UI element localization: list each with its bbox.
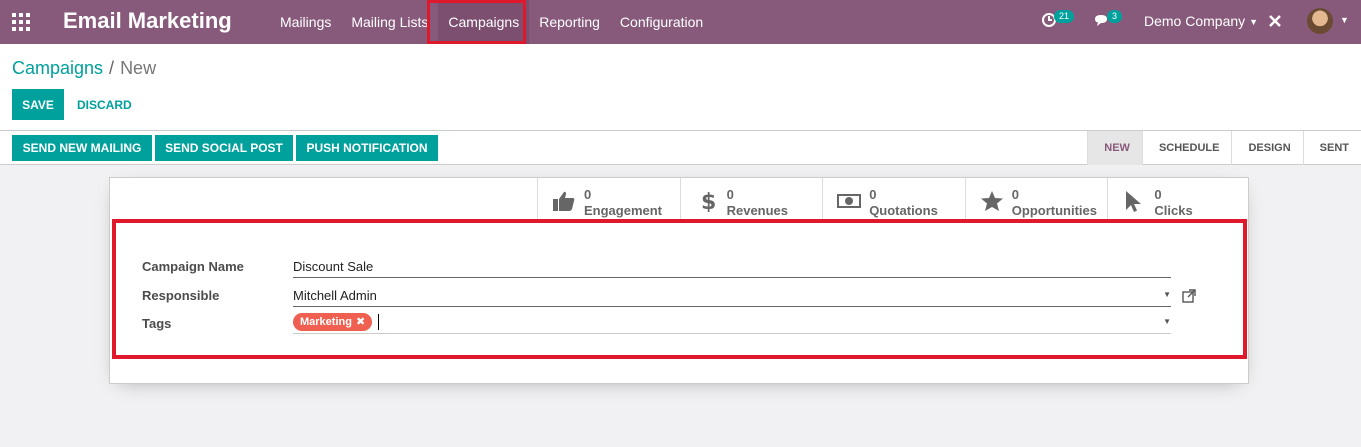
engagement-label: Engagement [584,203,663,218]
top-navbar: Email Marketing Mailings Mailing Lists C… [0,0,1361,44]
discard-button[interactable]: DISCARD [70,89,139,120]
chevron-down-icon[interactable]: ▼ [1340,15,1349,25]
menu-item-reporting[interactable]: Reporting [529,0,610,44]
engagement-value: 0 [584,187,592,202]
tags-label: Tags [142,316,172,331]
app-title: Email Marketing [63,8,232,33]
campaigns-highlight-box [427,0,526,44]
chevron-down-icon: ▼ [1249,17,1259,28]
smart-buttons: 0 Engagement $ 0 Revenues 0 Quotations 0… [537,178,1250,221]
opportunities-stat-button[interactable]: 0 Opportunities [964,178,1108,221]
revenues-value: 0 [726,187,734,202]
activity-count-badge: 21 [1054,10,1075,23]
quotations-stat-button[interactable]: 0 Quotations [822,178,965,221]
push-notification-button[interactable]: PUSH NOTIFICATION [296,135,438,161]
chevron-down-icon[interactable]: ▼ [1163,317,1171,326]
quotations-label: Quotations [869,203,938,218]
thumbs-up-icon [553,191,575,211]
breadcrumb-campaigns-link[interactable]: Campaigns [12,58,103,78]
clicks-label: Clicks [1154,203,1193,218]
apps-grid-icon[interactable] [12,13,30,31]
control-panel: Campaigns / New SAVE DISCARD [0,44,1361,131]
send-new-mailing-button[interactable]: SEND NEW MAILING [12,135,152,161]
send-social-post-button[interactable]: SEND SOCIAL POST [155,135,293,161]
responsible-select[interactable]: Mitchell Admin ▼ [293,285,1171,307]
stage-new[interactable]: NEW [1087,131,1142,165]
opportunities-value: 0 [1011,187,1020,202]
clicks-value: 0 [1154,187,1162,202]
user-avatar[interactable] [1307,8,1333,34]
money-bill-icon [837,194,862,208]
opportunities-label: Opportunities [1011,203,1097,218]
status-bar: SEND NEW MAILING SEND SOCIAL POST PUSH N… [0,131,1361,165]
stage-schedule[interactable]: SCHEDULE [1141,131,1232,165]
revenues-label: Revenues [726,203,789,218]
dollar-icon: $ [701,190,716,212]
company-switcher[interactable]: Demo Company ▼ [1144,13,1258,29]
stage-sent[interactable]: SENT [1302,131,1361,165]
debug-tools-icon[interactable] [1268,14,1282,28]
messages-count-badge: 3 [1107,10,1123,23]
company-name: Demo Company [1144,13,1246,29]
campaign-name-label: Campaign Name [142,259,244,274]
stage-pipeline: NEW SCHEDULE DESIGN SENT [1087,131,1361,165]
menu-item-mailing-lists[interactable]: Mailing Lists [341,0,438,44]
responsible-label: Responsible [142,288,220,303]
text-cursor [378,314,379,330]
stage-design[interactable]: DESIGN [1231,131,1302,165]
responsible-value: Mitchell Admin [293,288,377,303]
tag-marketing[interactable]: Marketing ✖ [293,313,373,331]
svg-text:$: $ [701,190,716,212]
clicks-stat-button[interactable]: 0 Clicks [1107,178,1250,221]
tags-input[interactable]: Marketing ✖ ▼ [293,312,1171,334]
engagement-stat-button[interactable]: 0 Engagement [537,178,680,221]
breadcrumb-separator: / [109,58,115,78]
revenues-stat-button[interactable]: $ 0 Revenues [679,178,823,221]
campaign-name-input[interactable]: Discount Sale [293,256,1171,278]
quotations-value: 0 [869,187,877,202]
pointer-icon [1126,191,1142,212]
breadcrumb-current: New [120,58,157,78]
tag-label: Marketing [300,316,352,328]
external-link-icon[interactable] [1182,289,1196,303]
chevron-down-icon[interactable]: ▼ [1163,290,1171,299]
breadcrumb: Campaigns / New [12,58,156,79]
save-button[interactable]: SAVE [12,89,64,120]
menu-item-mailings[interactable]: Mailings [270,0,341,44]
tag-remove-icon[interactable]: ✖ [356,316,365,328]
star-icon [980,191,1003,211]
menu-item-configuration[interactable]: Configuration [610,0,713,44]
